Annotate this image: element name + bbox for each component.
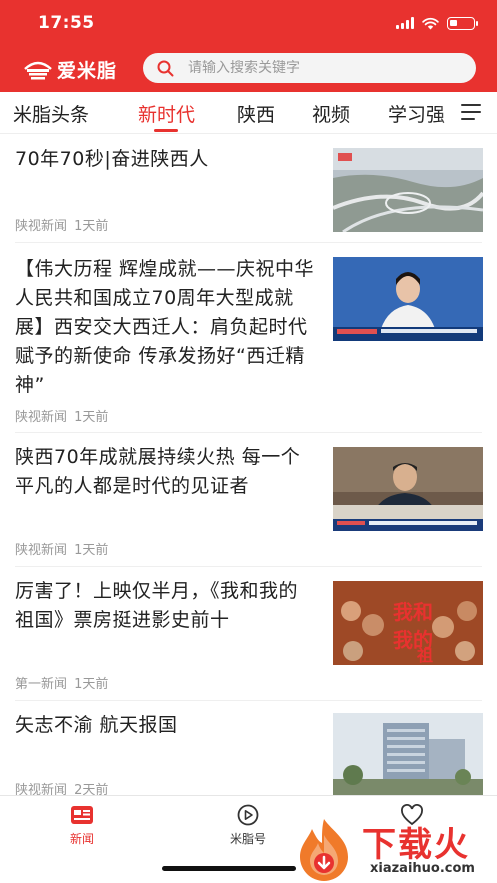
cellular-signal-icon — [396, 17, 414, 29]
news-item[interactable]: 【伟大历程 辉煌成就——庆祝中华人民共和国成立70周年大型成就展】西安交大西迁人… — [0, 243, 497, 433]
news-thumbnail — [333, 257, 483, 341]
news-thumbnail — [333, 148, 483, 232]
news-source: 陕视新闻 — [15, 219, 68, 234]
play-circle-icon — [237, 804, 259, 826]
watermark-url: xiazaihuo.com — [370, 861, 475, 876]
news-source: 第一新闻 — [15, 677, 68, 692]
news-thumbnail: 我和 我的 祖 — [333, 581, 483, 665]
nav-label: 米脂号 — [229, 832, 266, 846]
nav-label: 新闻 — [69, 832, 94, 846]
news-item[interactable]: 矢志不渝 航天报国 陕视新闻 2天前 — [0, 701, 497, 795]
news-item[interactable]: 陕西70年成就展持续火热 每一个平凡的人都是时代的见证者 陕视新闻 1天前 — [0, 433, 497, 567]
news-meta: 陕视新闻 1天前 — [15, 406, 108, 425]
svg-text:我和: 我和 — [393, 600, 433, 624]
news-time: 2天前 — [74, 783, 109, 795]
tab-video[interactable]: 视频 — [312, 100, 350, 127]
news-thumbnail — [333, 713, 483, 795]
app-logo[interactable]: 爱米脂 — [23, 56, 117, 83]
news-title: 陕西70年成就展持续火热 每一个平凡的人都是时代的见证者 — [15, 446, 301, 497]
news-title: 【伟大历程 辉煌成就——庆祝中华人民共和国成立70周年大型成就展】西安交大西迁人… — [15, 258, 315, 396]
category-tabs: 米脂头条 新时代 陕西 视频 学习强 — [0, 92, 497, 134]
active-tab-indicator — [154, 129, 178, 132]
news-icon — [71, 806, 93, 824]
status-time: 17:55 — [38, 13, 95, 33]
tab-shaanxi[interactable]: 陕西 — [237, 100, 275, 127]
status-icons — [396, 16, 478, 30]
news-thumbnail — [333, 447, 483, 531]
search-bar[interactable] — [143, 53, 476, 83]
news-title: 70年70秒|奋进陕西人 — [15, 148, 209, 170]
news-item[interactable]: 70年70秒|奋进陕西人 陕视新闻 1天前 — [0, 135, 497, 243]
nav-news[interactable]: 新闻 — [42, 804, 122, 847]
svg-text:祖: 祖 — [416, 646, 433, 665]
search-icon — [157, 60, 174, 76]
news-time: 1天前 — [74, 543, 109, 558]
logo-text: 爱米脂 — [57, 60, 118, 82]
news-meta: 陕视新闻 1天前 — [15, 539, 108, 558]
watermark: 下载火 xiazaihuo.com — [290, 815, 497, 883]
news-title: 厉害了！上映仅半月，《我和我的祖国》票房挺进影史前十 — [15, 580, 299, 631]
news-feed: 70年70秒|奋进陕西人 陕视新闻 1天前 【伟大历程 辉煌成就——庆祝中华人民… — [0, 135, 497, 795]
news-source: 陕视新闻 — [15, 543, 68, 558]
news-meta: 陕视新闻 2天前 — [15, 779, 108, 795]
battery-icon — [447, 16, 478, 30]
news-source: 陕视新闻 — [15, 410, 68, 425]
news-meta: 陕视新闻 1天前 — [15, 215, 108, 234]
nav-mizhi-hao[interactable]: 米脂号 — [208, 804, 288, 847]
watermark-text: 下载火 — [362, 825, 470, 865]
news-source: 陕视新闻 — [15, 783, 68, 795]
flame-logo-icon — [300, 819, 348, 881]
news-time: 1天前 — [74, 677, 109, 692]
menu-icon[interactable] — [461, 104, 481, 120]
wifi-icon — [422, 17, 439, 29]
status-bar: 17:55 — [0, 0, 497, 48]
search-input[interactable] — [188, 60, 458, 76]
tab-new-era[interactable]: 新时代 — [138, 100, 195, 127]
news-meta: 第一新闻 1天前 — [15, 673, 108, 692]
tab-mizhi-headlines[interactable]: 米脂头条 — [13, 100, 89, 127]
news-time: 1天前 — [74, 410, 109, 425]
news-title: 矢志不渝 航天报国 — [15, 714, 178, 736]
news-item[interactable]: 厉害了！上映仅半月，《我和我的祖国》票房挺进影史前十 第一新闻 1天前 我和 我… — [0, 567, 497, 701]
news-time: 1天前 — [74, 219, 109, 234]
logo-mark-icon — [24, 61, 52, 79]
app-header: 17:55 爱米脂 — [0, 0, 497, 92]
home-indicator[interactable] — [162, 866, 296, 871]
